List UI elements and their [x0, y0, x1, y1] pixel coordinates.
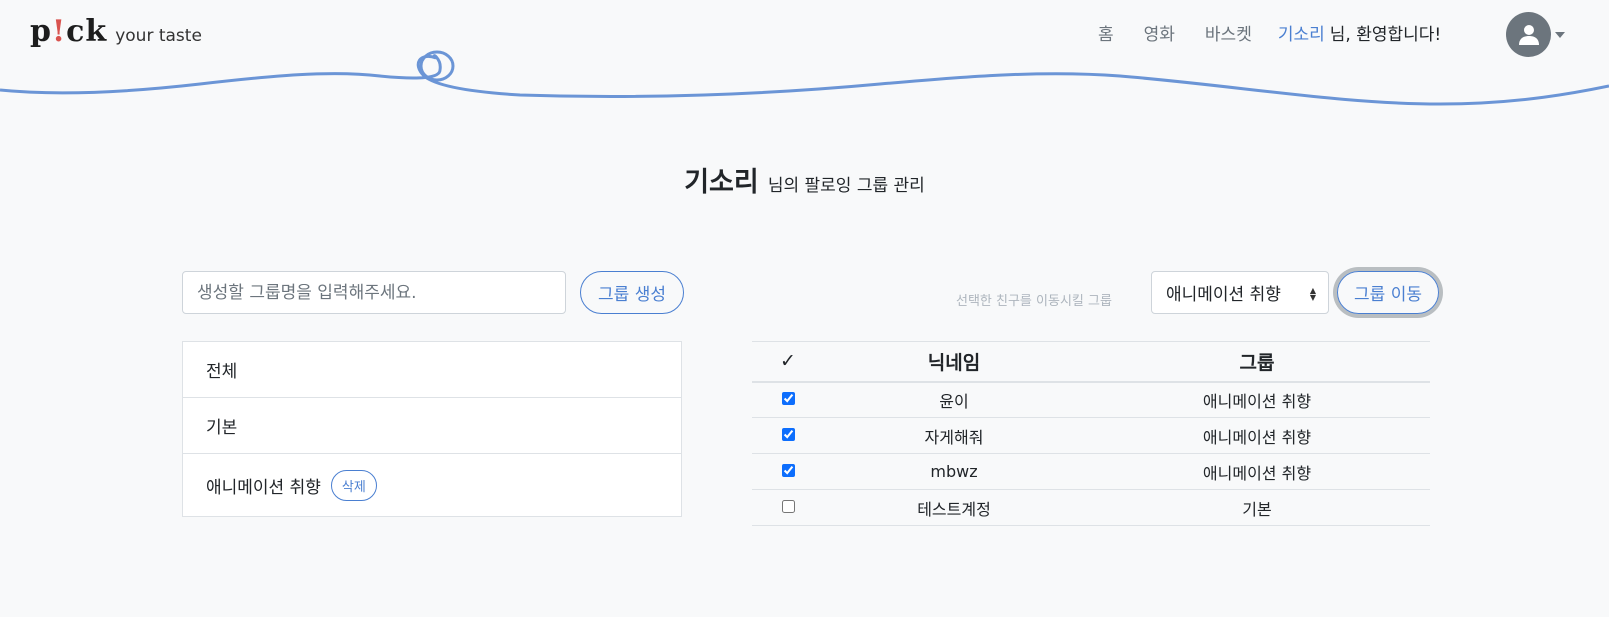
top-nav: 홈 영화 바스켓 기소리 님, 환영합니다! [1098, 20, 1441, 45]
group-list: 전체 기본 애니메이션 취향 삭제 [182, 341, 682, 517]
row-nickname: 윤이 [824, 381, 1084, 418]
select-arrows-icon: ▲ ▼ [1309, 286, 1316, 302]
group-item-label: 전체 [206, 362, 238, 382]
nickname-column-header: 닉네임 [824, 341, 1084, 383]
table-row: 윤이 애니메이션 취향 [752, 381, 1430, 418]
target-group-selected: 애니메이션 취향 [1166, 285, 1281, 305]
row-group: 기본 [1084, 489, 1430, 526]
nav-home-link[interactable]: 홈 [1098, 20, 1114, 45]
page-title-suffix: 님의 팔로잉 그룹 관리 [767, 176, 925, 196]
group-item-all[interactable]: 전체 [183, 342, 681, 398]
group-name-input[interactable] [182, 271, 566, 314]
row-nickname: mbwz [824, 453, 1084, 490]
page-title-username: 기소리 [684, 167, 759, 198]
table-row: mbwz 애니메이션 취향 [752, 453, 1430, 490]
group-item-default[interactable]: 기본 [183, 398, 681, 454]
nav-movie-link[interactable]: 영화 [1144, 20, 1175, 45]
group-column-header: 그룹 [1084, 341, 1430, 383]
decorative-wave [0, 50, 1609, 106]
row-nickname: 테스트계정 [824, 489, 1084, 526]
table-row: 테스트계정 기본 [752, 489, 1430, 526]
nav-basket-link[interactable]: 바스켓 [1205, 20, 1252, 45]
logo-tagline: your taste [115, 26, 202, 46]
row-checkbox[interactable] [781, 428, 795, 441]
check-column-header: ✓ [752, 341, 824, 383]
table-header-row: ✓ 닉네임 그룹 [752, 341, 1430, 383]
logo-mark: p!ck [30, 14, 108, 49]
row-checkbox[interactable] [781, 500, 795, 513]
row-group: 애니메이션 취향 [1084, 417, 1430, 454]
row-group: 애니메이션 취향 [1084, 453, 1430, 490]
welcome-username[interactable]: 기소리 [1278, 25, 1325, 45]
page-title: 기소리 님의 팔로잉 그룹 관리 [0, 160, 1609, 199]
group-item-label: 기본 [206, 418, 238, 438]
create-group-button[interactable]: 그룹 생성 [580, 271, 684, 314]
user-icon [1518, 24, 1539, 45]
delete-group-button[interactable]: 삭제 [330, 469, 377, 501]
welcome-message: 기소리 님, 환영합니다! [1277, 25, 1442, 45]
target-group-select[interactable]: 애니메이션 취향 ▲ ▼ [1151, 271, 1329, 314]
row-nickname: 자게해줘 [824, 417, 1084, 454]
group-item-label: 애니메이션 취향 [206, 477, 321, 498]
row-checkbox[interactable] [781, 464, 795, 477]
move-group-button[interactable]: 그룹 이동 [1337, 271, 1439, 314]
chevron-down-icon [1555, 31, 1565, 38]
user-menu-toggle[interactable] [1506, 12, 1565, 57]
friends-table: ✓ 닉네임 그룹 윤이 애니메이션 취향 자게해줘 애니메이션 취향 mbwz … [752, 341, 1430, 526]
group-item-animation[interactable]: 애니메이션 취향 삭제 [183, 454, 681, 516]
row-group: 애니메이션 취향 [1084, 381, 1430, 418]
row-checkbox[interactable] [781, 392, 795, 406]
avatar[interactable] [1506, 12, 1551, 57]
header: p!ck your taste 홈 영화 바스켓 기소리 님, 환영합니다! [0, 0, 1609, 110]
logo[interactable]: p!ck your taste [30, 14, 202, 49]
move-target-label: 선택한 친구를 이동시킬 그룹 [956, 294, 1112, 309]
table-row: 자게해줘 애니메이션 취향 [752, 417, 1430, 454]
